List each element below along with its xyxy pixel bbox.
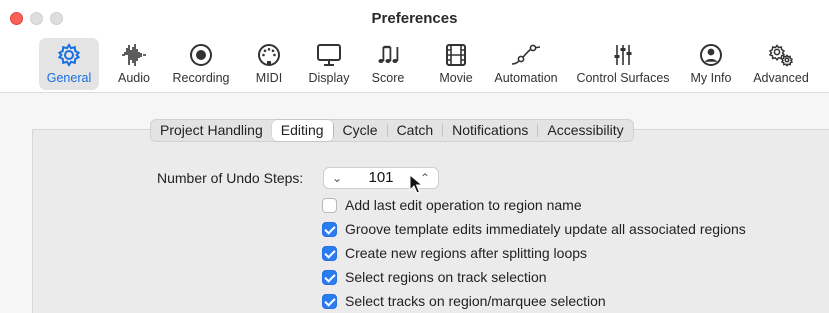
waveform-icon: [122, 44, 146, 66]
option-label: Add last edit operation to region name: [345, 197, 582, 213]
toolbar-display[interactable]: Display: [303, 38, 355, 90]
title-bar: Preferences General Audio Recording MIDI…: [0, 0, 829, 93]
checkbox-add-last-edit[interactable]: [322, 197, 337, 213]
option-groove-template[interactable]: Groove template edits immediately update…: [322, 220, 746, 238]
record-icon: [190, 44, 212, 66]
toolbar-score-label: Score: [371, 71, 405, 85]
toolbar-advanced-label: Advanced: [753, 71, 809, 85]
option-select-tracks[interactable]: Select tracks on region/marquee selectio…: [322, 292, 606, 310]
checkbox-groove-template[interactable]: [322, 221, 337, 237]
toolbar-recording[interactable]: Recording: [168, 38, 234, 90]
option-add-last-edit[interactable]: Add last edit operation to region name: [322, 196, 582, 214]
toolbar-general-label: General: [46, 71, 92, 85]
toolbar-advanced[interactable]: Advanced: [749, 38, 813, 90]
option-label: Select regions on track selection: [345, 269, 547, 285]
preferences-window: Preferences General Audio Recording MIDI…: [0, 0, 829, 313]
option-label: Groove template edits immediately update…: [345, 221, 746, 237]
window-title: Preferences: [371, 10, 458, 27]
toolbar-midi-label: MIDI: [255, 71, 283, 85]
tab-project-handling[interactable]: Project Handling: [151, 120, 272, 141]
gears-icon: [768, 44, 794, 67]
toolbar-control-surfaces-label: Control Surfaces: [576, 71, 670, 85]
tab-cycle[interactable]: Cycle: [334, 120, 387, 141]
undo-steps-label: Number of Undo Steps:: [157, 170, 304, 186]
toolbar-my-info-label: My Info: [690, 71, 732, 85]
checkbox-select-tracks[interactable]: [322, 293, 337, 309]
toolbar-movie-label: Movie: [439, 71, 473, 85]
tab-catch[interactable]: Catch: [388, 120, 443, 141]
tab-notifications[interactable]: Notifications: [443, 120, 537, 141]
toolbar-general[interactable]: General: [39, 38, 99, 90]
film-icon: [446, 44, 466, 66]
toolbar-audio-label: Audio: [118, 71, 150, 85]
option-label: Select tracks on region/marquee selectio…: [345, 293, 606, 309]
toolbar-audio[interactable]: Audio: [111, 38, 157, 90]
gear-icon: [57, 43, 81, 67]
person-icon: [700, 44, 722, 66]
toolbar-my-info[interactable]: My Info: [687, 38, 735, 90]
toolbar-midi[interactable]: MIDI: [249, 38, 289, 90]
toolbar-movie[interactable]: Movie: [435, 38, 477, 90]
option-label: Create new regions after splitting loops: [345, 245, 588, 261]
decrement-button[interactable]: ⌄: [328, 170, 346, 186]
option-create-new-regions[interactable]: Create new regions after splitting loops: [322, 244, 587, 262]
toolbar-automation-label: Automation: [494, 71, 558, 85]
toolbar-display-label: Display: [308, 71, 350, 85]
undo-steps-value[interactable]: 101: [356, 169, 406, 186]
settings-tab-bar: Project Handling Editing Cycle Catch Not…: [150, 119, 634, 142]
toolbar-automation[interactable]: Automation: [490, 38, 562, 90]
toolbar-recording-label: Recording: [172, 71, 230, 85]
toolbar-score[interactable]: Score: [368, 38, 408, 90]
monitor-icon: [317, 44, 341, 66]
music-notes-icon: [378, 45, 399, 63]
mouse-cursor-icon: [409, 174, 423, 194]
tab-accessibility[interactable]: Accessibility: [538, 120, 632, 141]
faders-icon: [614, 45, 632, 65]
checkbox-create-new-regions[interactable]: [322, 245, 337, 261]
automation-curve-icon: [511, 44, 541, 65]
toolbar-control-surfaces[interactable]: Control Surfaces: [571, 38, 675, 90]
option-select-regions[interactable]: Select regions on track selection: [322, 268, 547, 286]
tab-editing[interactable]: Editing: [271, 120, 333, 141]
checkbox-select-regions[interactable]: [322, 269, 337, 285]
midi-port-icon: [258, 44, 280, 66]
